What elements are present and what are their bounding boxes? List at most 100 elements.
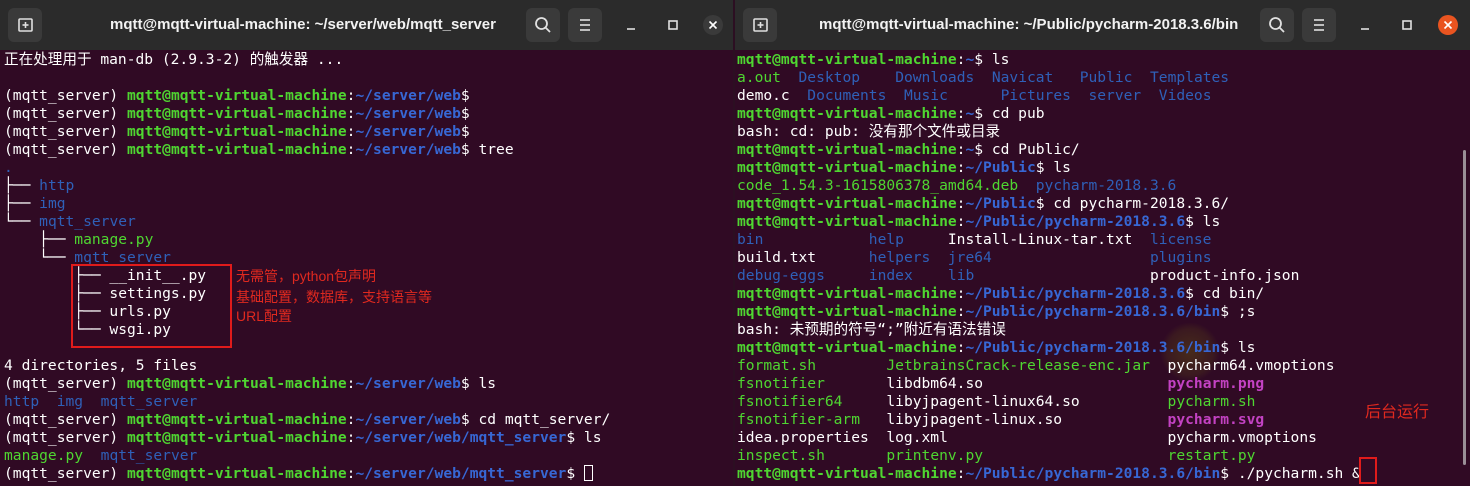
terminal-text: Music — [903, 87, 948, 104]
hamburger-icon — [580, 19, 590, 31]
terminal-text: ~/server/web — [355, 411, 461, 428]
minimize-button[interactable] — [614, 8, 648, 42]
terminal-text: pycharm-2018.3.6 — [1035, 177, 1177, 194]
terminal-text: bash: 未预期的符号“;”附近有语法错误 — [737, 321, 1006, 338]
scrollbar[interactable] — [1463, 150, 1466, 465]
terminal-line: ├── img — [4, 195, 733, 213]
terminal-text: ~ — [965, 141, 975, 158]
terminal-line: fsnotifier-arm libyjpagent-linux.so pych… — [737, 411, 1470, 429]
terminal-text: (mqtt_server) — [4, 123, 128, 140]
terminal-text: $ cd pub — [974, 105, 1045, 122]
terminal-text: a.out — [737, 69, 781, 86]
terminal-line: (mqtt_server) mqtt@mqtt-virtual-machine:… — [4, 87, 733, 105]
terminal-text: ~/Public — [965, 195, 1036, 212]
terminal-text: └── — [4, 213, 40, 230]
terminal-text: mqtt@mqtt-virtual-machine — [127, 123, 347, 140]
terminal-line: mqtt@mqtt-virtual-machine:~$ ls — [737, 51, 1470, 69]
terminal-text: ~/server/web/mqtt_server — [355, 429, 567, 446]
terminal-text: JetbrainsCrack-release-enc.jar — [886, 357, 1150, 374]
new-tab-button[interactable] — [8, 8, 42, 42]
maximize-button[interactable] — [1390, 8, 1424, 42]
terminal-text: http — [4, 393, 40, 410]
right-terminal-window[interactable]: mqtt@mqtt-virtual-machine: ~/Public/pych… — [735, 0, 1470, 486]
close-button[interactable] — [1438, 15, 1458, 35]
terminal-text: ~/server/web — [355, 87, 461, 104]
left-title-bar[interactable]: mqtt@mqtt-virtual-machine: ~/server/web/… — [0, 0, 733, 50]
terminal-text: mqtt@mqtt-virtual-machine — [737, 195, 957, 212]
terminal-text: 正在处理用于 man-db (2.9.3-2) 的触发器 ... — [4, 51, 344, 68]
terminal-text: ~/Public/pycharm-2018.3.6/bin — [965, 339, 1221, 356]
terminal-line: build.txt helpers jre64 plugins — [737, 249, 1470, 267]
terminal-text: mqtt@mqtt-virtual-machine — [737, 285, 957, 302]
annotation-highlight-box — [71, 264, 232, 348]
right-title-bar[interactable]: mqtt@mqtt-virtual-machine: ~/Public/pych… — [735, 0, 1470, 50]
annotation-ampersand-box — [1359, 457, 1377, 484]
terminal-text: product-info.json — [974, 267, 1300, 284]
annotation-urls: URL配置 — [236, 308, 293, 324]
terminal-line: ├── http — [4, 177, 733, 195]
maximize-button[interactable] — [656, 8, 690, 42]
terminal-line: (mqtt_server) mqtt@mqtt-virtual-machine:… — [4, 375, 733, 393]
search-icon — [1269, 17, 1285, 33]
terminal-line: (mqtt_server) mqtt@mqtt-virtual-machine:… — [4, 141, 733, 159]
terminal-line: mqtt@mqtt-virtual-machine:~/Public$ cd p… — [737, 195, 1470, 213]
terminal-line: (mqtt_server) mqtt@mqtt-virtual-machine:… — [4, 429, 733, 447]
terminal-text: pycharm.png — [1167, 375, 1265, 392]
terminal-line: 正在处理用于 man-db (2.9.3-2) 的触发器 ... — [4, 51, 733, 69]
terminal-text: mqtt@mqtt-virtual-machine — [127, 141, 347, 158]
terminal-line: 4 directories, 5 files — [4, 357, 733, 375]
menu-button[interactable] — [568, 8, 602, 42]
terminal-text: mqtt@mqtt-virtual-machine — [737, 105, 957, 122]
terminal-text: mqtt_server — [100, 447, 198, 464]
terminal-text: Public — [1079, 69, 1133, 86]
terminal-text: ├── — [4, 195, 40, 212]
terminal-line: (mqtt_server) mqtt@mqtt-virtual-machine:… — [4, 123, 733, 141]
terminal-text: (mqtt_server) — [4, 429, 128, 446]
menu-button[interactable] — [1302, 8, 1336, 42]
terminal-text: ~/Public/pycharm-2018.3.6/bin — [965, 303, 1221, 320]
terminal-text: Documents — [807, 87, 887, 104]
terminal-cursor — [583, 465, 593, 481]
terminal-line: (mqtt_server) mqtt@mqtt-virtual-machine:… — [4, 411, 733, 429]
close-button[interactable] — [703, 15, 723, 35]
terminal-text: help — [868, 231, 904, 248]
search-button[interactable] — [1260, 8, 1294, 42]
terminal-text: manage.py — [74, 231, 154, 248]
terminal-text: $ — [566, 465, 584, 482]
maximize-icon — [1402, 20, 1412, 30]
terminal-text: . — [4, 159, 13, 176]
terminal-line: bash: cd: pub: 没有那个文件或目录 — [737, 123, 1470, 141]
new-tab-button[interactable] — [743, 8, 777, 42]
search-button[interactable] — [526, 8, 560, 42]
left-terminal-window[interactable]: mqtt@mqtt-virtual-machine: ~/server/web/… — [0, 0, 733, 486]
terminal-text: (mqtt_server) — [4, 375, 128, 392]
terminal-text: pycharm64.vmoptions — [1149, 357, 1335, 374]
close-icon — [1443, 20, 1453, 30]
terminal-text: ~/Public — [965, 159, 1036, 176]
terminal-text: fsnotifier — [737, 375, 825, 392]
minimize-button[interactable] — [1348, 8, 1382, 42]
terminal-line: a.out Desktop Downloads Navicat Public T… — [737, 69, 1470, 87]
terminal-text: demo.c — [737, 87, 808, 104]
terminal-text: ~/server/web/mqtt_server — [355, 465, 567, 482]
terminal-text: license — [1149, 231, 1212, 248]
terminal-line: bash: 未预期的符号“;”附近有语法错误 — [737, 321, 1470, 339]
terminal-text: 4 directories, 5 files — [4, 357, 198, 374]
terminal-line: code_1.54.3-1615806378_amd64.deb pycharm… — [737, 177, 1470, 195]
terminal-text: $ cd bin/ — [1185, 285, 1265, 302]
terminal-text: manage.py — [4, 447, 84, 464]
terminal-text: code_1.54.3-1615806378_amd64.deb — [737, 177, 1019, 194]
terminal-text: $ cd Public/ — [974, 141, 1080, 158]
terminal-text: $ — [460, 87, 470, 104]
terminal-text: $ ;s — [1220, 303, 1256, 320]
annotation-init: 无需管，python包声明 — [236, 268, 377, 284]
right-terminal-output[interactable]: mqtt@mqtt-virtual-machine:~$ ls a.out Des… — [737, 51, 1470, 486]
